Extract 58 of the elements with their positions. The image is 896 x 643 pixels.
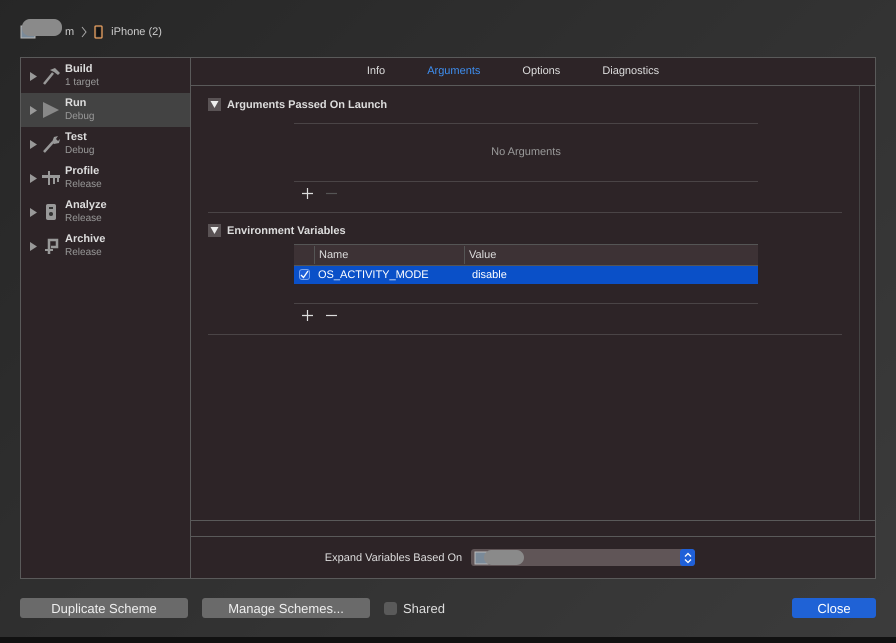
action-item[interactable]: Run Debug [21,93,190,127]
action-item[interactable]: Archive Release [21,229,190,263]
stepper-icon [680,549,696,566]
manage-schemes-button[interactable]: Manage Schemes... [202,598,370,618]
column-header[interactable]: Value [464,246,758,264]
action-name: Analyze [65,198,107,212]
checkbox[interactable] [298,269,310,280]
column-header[interactable]: Name [314,246,464,264]
action-item[interactable]: Test Debug [21,127,190,161]
disclosure-icon[interactable] [30,208,37,216]
action-name: Archive [65,232,106,246]
phone-icon [94,24,104,38]
disclosure-icon[interactable] [30,72,37,80]
action-detail: Debug [65,110,94,124]
wrench-icon [41,134,61,154]
section-title: Arguments Passed On Launch [227,98,388,111]
scheme-name[interactable]: m [65,26,74,38]
action-detail: Release [65,246,103,260]
action-name: Build [65,62,94,76]
chevron-icon [81,26,88,38]
gauge-icon [41,168,61,188]
redaction-mark [484,550,524,566]
section-title: Environment Variables [227,224,346,237]
close-button[interactable]: Close [792,598,876,618]
expand-label: Expand Variables Based On [324,552,462,564]
tab[interactable]: Options [501,65,582,78]
table-cell-text: disable [471,268,508,281]
tab[interactable]: Diagnostics [581,65,680,78]
disclosure-icon[interactable] [208,224,221,238]
redaction-mark [22,19,62,36]
action-detail: Release [65,178,102,192]
scheme-popup[interactable] [471,549,696,566]
add-icon[interactable] [302,310,313,322]
action-item[interactable]: Build 1 target [21,59,190,93]
disclosure-icon[interactable] [30,242,37,250]
table-row[interactable]: OS_ACTIVITY_MODE disable [294,266,758,284]
duplicate-scheme-button[interactable]: Duplicate Scheme [20,598,188,618]
disclosure-icon[interactable] [30,174,37,182]
add-icon[interactable] [302,188,313,200]
disclosure-icon[interactable] [208,98,221,112]
action-item[interactable]: Analyze Release [21,195,190,229]
empty-message: No Arguments [491,146,561,158]
action-item[interactable]: Profile Release [21,161,190,195]
disclosure-icon[interactable] [30,140,37,148]
table-cell-text: OS_ACTIVITY_MODE [317,268,430,281]
action-name: Profile [65,164,100,178]
action-name: Test [65,130,88,144]
hammer-icon [41,66,61,86]
action-detail: Release [65,212,103,226]
shared-checkbox[interactable] [384,602,397,614]
destination-name[interactable]: iPhone (2) [111,26,162,38]
action-detail: 1 target [65,76,99,90]
play-icon [41,100,61,120]
action-detail: Debug [65,144,94,158]
tab[interactable]: Arguments [406,65,502,78]
shared-label: Shared [403,600,445,616]
action-name: Run [65,96,88,110]
tab[interactable]: Info [346,65,406,78]
